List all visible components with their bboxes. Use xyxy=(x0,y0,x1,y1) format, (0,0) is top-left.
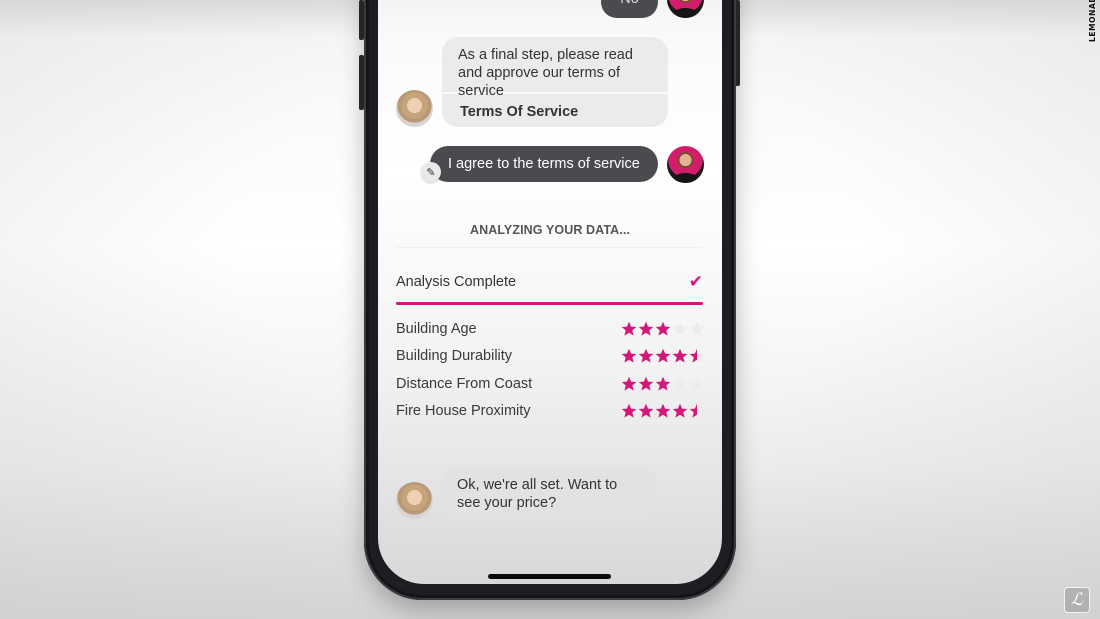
previous-user-reply: No xyxy=(601,0,658,18)
star-full-icon xyxy=(621,403,637,418)
analysis-progress-bar xyxy=(396,302,703,305)
rating-label: Building Age xyxy=(396,321,477,337)
rating-row: Fire House Proximity xyxy=(396,401,705,421)
star-full-icon xyxy=(655,403,671,418)
star-full-icon xyxy=(621,348,637,363)
divider xyxy=(396,247,703,248)
star-full-icon xyxy=(655,321,671,336)
user-avatar xyxy=(667,146,704,183)
rating-label: Fire House Proximity xyxy=(396,403,531,419)
star-full-icon xyxy=(672,403,688,418)
bot-avatar xyxy=(396,90,433,127)
star-empty-icon xyxy=(672,321,688,336)
rating-label: Distance From Coast xyxy=(396,376,533,392)
star-full-icon xyxy=(621,376,637,391)
home-indicator[interactable] xyxy=(488,574,611,579)
edit-reply-button[interactable]: ✎ xyxy=(421,162,441,182)
star-full-icon xyxy=(672,348,688,363)
lemonade-logo-icon: ℒ xyxy=(1064,587,1090,613)
bot-avatar xyxy=(396,482,433,519)
phone-screen: No As a final step, please read and appr… xyxy=(378,0,722,584)
star-rating xyxy=(621,348,705,364)
star-full-icon xyxy=(638,376,654,391)
rating-row: Distance From Coast xyxy=(396,374,705,394)
star-rating xyxy=(621,376,705,392)
user-reply-text: I agree to the terms of service xyxy=(448,156,640,172)
rating-row: Building Durability xyxy=(396,346,705,366)
user-avatar xyxy=(667,0,704,18)
previous-user-reply-text: No xyxy=(620,0,639,8)
pencil-icon: ✎ xyxy=(426,166,436,179)
star-full-icon xyxy=(638,348,654,363)
checkmark-icon: ✔ xyxy=(688,272,703,291)
analysis-status-label: Analysis Complete xyxy=(396,274,517,290)
star-rating xyxy=(621,321,705,337)
bot-message-price: Ok, we're all set. Want to see your pric… xyxy=(442,467,657,519)
star-half-icon xyxy=(689,348,705,363)
star-half-icon xyxy=(689,403,705,418)
star-full-icon xyxy=(655,348,671,363)
brand-watermark: LEMONADE xyxy=(1088,0,1097,42)
analysis-status-row: Analysis Complete ✔ xyxy=(396,272,703,292)
bot-message-terms: As a final step, please read and approve… xyxy=(442,37,668,127)
star-full-icon xyxy=(621,321,637,336)
star-rating xyxy=(621,403,705,419)
analyzing-heading: ANALYZING YOUR DATA... xyxy=(469,223,631,237)
star-empty-icon xyxy=(689,321,705,336)
star-full-icon xyxy=(638,403,654,418)
bot-message-text: Ok, we're all set. Want to see your pric… xyxy=(457,477,618,511)
rating-row: Building Age xyxy=(396,319,705,339)
star-empty-icon xyxy=(689,376,705,391)
user-reply-agree: I agree to the terms of service xyxy=(430,146,658,182)
star-full-icon xyxy=(655,376,671,391)
bot-message-text: As a final step, please read and approve… xyxy=(458,47,633,99)
star-empty-icon xyxy=(672,376,688,391)
rating-label: Building Durability xyxy=(396,348,513,364)
star-full-icon xyxy=(638,321,654,336)
analysis-progress-fill xyxy=(396,302,703,305)
